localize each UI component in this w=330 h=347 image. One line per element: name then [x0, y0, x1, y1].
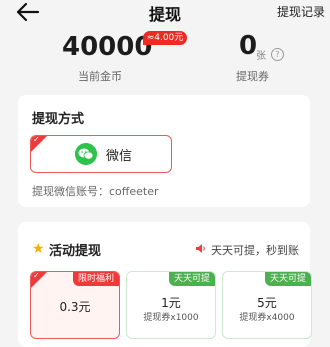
option-tag: 天天可提	[168, 272, 215, 286]
voucher-label: 提现券	[236, 70, 269, 83]
wechat-method-label: 微信	[106, 149, 133, 164]
option-5-yuan[interactable]: 天天可提 5元 提现券x4000	[222, 271, 312, 339]
speaker-icon	[196, 244, 205, 253]
activity-notice: 天天可提，秒到账	[211, 244, 299, 257]
option-0-3-yuan[interactable]: ✓ 限时福利 0.3元	[30, 271, 120, 339]
option-cost: 提现券x4000	[239, 313, 295, 323]
coin-value-badge: ≈4.00元	[143, 31, 187, 45]
voucher-count: 0	[239, 31, 258, 61]
help-icon[interactable]: ?	[271, 48, 284, 61]
wechat-account-text: 提现微信账号：coffeeter	[32, 185, 159, 198]
withdraw-method-card: 提现方式 ✓ 微信 提现微信账号：coffeeter	[18, 95, 310, 207]
option-amount: 1元	[161, 296, 181, 310]
option-1-yuan[interactable]: 天天可提 1元 提现券x1000	[126, 271, 216, 339]
wechat-icon	[75, 143, 97, 165]
wechat-method-option[interactable]: ✓ 微信	[30, 135, 172, 173]
option-tag: 天天可提	[264, 272, 311, 286]
check-icon: ✓	[33, 135, 40, 144]
header: 提现 提现记录	[0, 0, 330, 24]
coin-balance: 40000	[62, 32, 153, 62]
activity-withdraw-card: ★ 活动提现 天天可提，秒到账 ✓ 限时福利 0.3元 天天可提 1元 提现券x…	[18, 222, 312, 347]
option-amount: 5元	[257, 296, 277, 310]
option-cost: 提现券x1000	[143, 313, 199, 323]
option-amount: 0.3元	[59, 300, 91, 314]
option-tag: 限时福利	[72, 272, 119, 286]
coin-balance-label: 当前金币	[78, 70, 122, 83]
withdraw-method-title: 提现方式	[32, 112, 85, 127]
voucher-unit: 张	[256, 51, 266, 62]
withdraw-record-link[interactable]: 提现记录	[277, 3, 325, 20]
activity-withdraw-title: 活动提现	[49, 244, 102, 259]
check-icon: ✓	[33, 271, 40, 280]
star-icon: ★	[32, 241, 45, 257]
